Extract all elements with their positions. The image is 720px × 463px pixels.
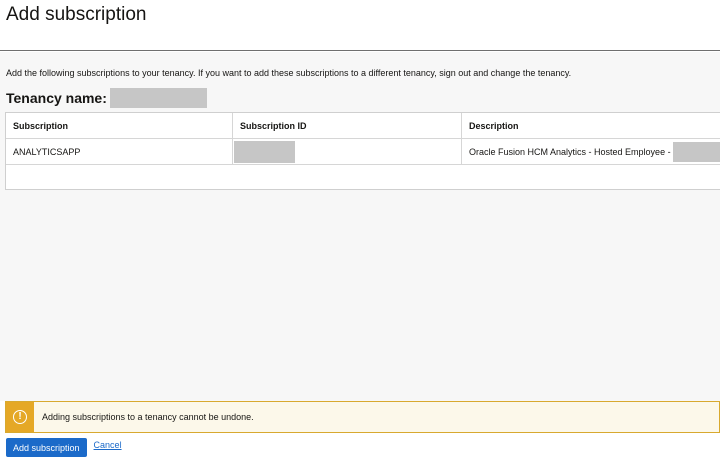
subscriptions-table: Subscription Subscription ID Description…: [5, 112, 720, 190]
add-subscription-page: Add subscription Add the following subsc…: [0, 0, 720, 463]
cancel-link[interactable]: Cancel: [94, 440, 122, 450]
column-header-description[interactable]: Description: [462, 113, 720, 138]
tenancy-name-redacted: [109, 88, 207, 108]
content-area: Add the following subscriptions to your …: [0, 52, 720, 401]
intro-text: Add the following subscriptions to your …: [6, 68, 572, 78]
table-row[interactable]: ANALYTICSAPP Oracle Fusion HCM Analytics…: [6, 139, 720, 165]
tenancy-name-label: Tenancy name:: [6, 90, 107, 106]
exclamation-circle-icon: !: [13, 410, 27, 424]
footer-actions: Add subscription Cancel: [6, 438, 122, 457]
page-header: Add subscription: [0, 0, 720, 51]
warning-text: Adding subscriptions to a tenancy cannot…: [42, 412, 254, 422]
description-text: Oracle Fusion HCM Analytics - Hosted Emp…: [469, 146, 671, 157]
table-header-row: Subscription Subscription ID Description: [6, 113, 720, 139]
column-header-subscription[interactable]: Subscription: [6, 113, 233, 138]
subscription-id-cell: [233, 139, 462, 164]
warning-banner: ! Adding subscriptions to a tenancy cann…: [5, 401, 720, 433]
warning-icon-box: !: [6, 402, 34, 432]
description-cell: Oracle Fusion HCM Analytics - Hosted Emp…: [462, 139, 720, 164]
page-title: Add subscription: [6, 4, 147, 25]
subscription-cell: ANALYTICSAPP: [6, 139, 233, 164]
add-subscription-button[interactable]: Add subscription: [6, 438, 87, 457]
subscription-id-redacted: [234, 140, 295, 163]
empty-table-row: [6, 165, 720, 189]
description-redacted: [672, 141, 720, 162]
column-header-subscription-id[interactable]: Subscription ID: [233, 113, 462, 138]
tenancy-name-row: Tenancy name:: [6, 88, 207, 108]
